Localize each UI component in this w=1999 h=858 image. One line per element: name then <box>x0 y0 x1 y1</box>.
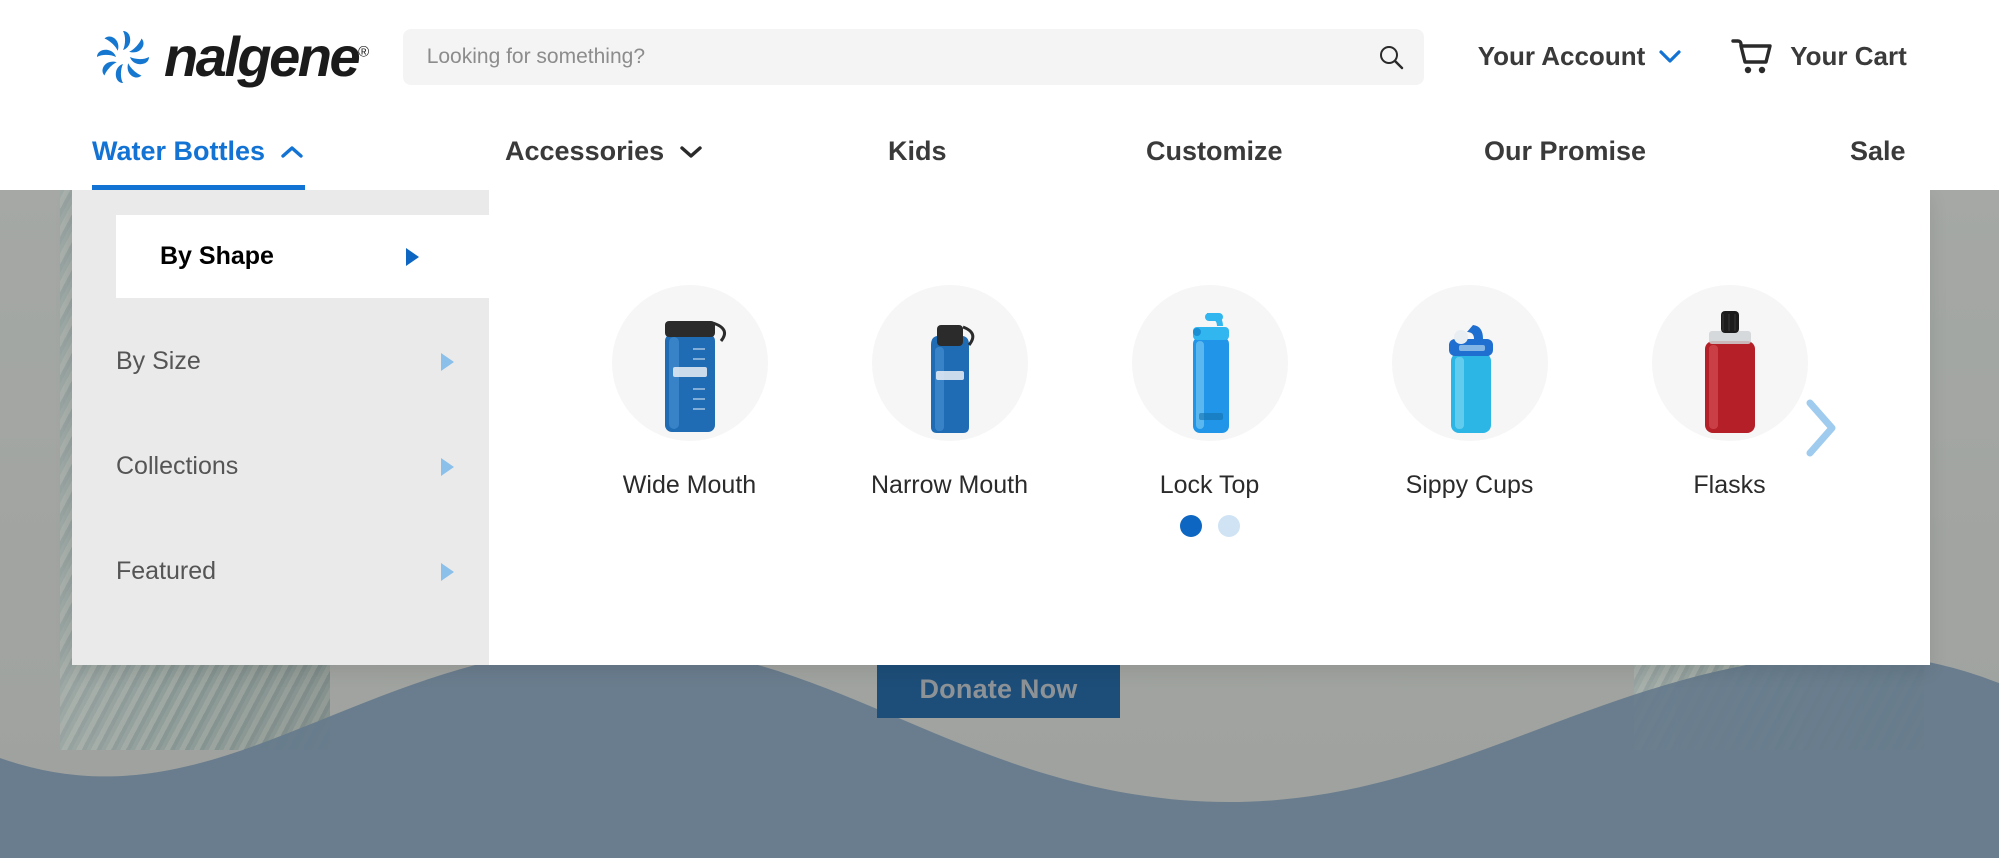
caret-right-icon <box>441 353 454 371</box>
account-menu-button[interactable]: Your Account <box>1478 41 1683 72</box>
brand-name: nalgene <box>164 25 358 88</box>
nav-label: Customize <box>1146 136 1283 167</box>
mega-menu-sidebar: By Shape By Size Collections Featured <box>72 190 489 665</box>
brand-wordmark: nalgene® <box>164 29 367 85</box>
wide-mouth-bottle-image <box>635 301 745 441</box>
caret-right-icon <box>441 563 454 581</box>
donate-now-button[interactable]: Donate Now <box>877 660 1120 718</box>
product-label: Flasks <box>1693 471 1765 500</box>
search-icon[interactable] <box>1378 44 1404 70</box>
site-header: nalgene® Your Account Your Cart <box>0 0 1999 113</box>
search-input[interactable] <box>403 29 1424 85</box>
shopping-cart-icon <box>1730 37 1774 77</box>
product-image-circle <box>612 285 768 441</box>
product-image-circle <box>1132 285 1288 441</box>
nav-item-customize[interactable]: Customize <box>1146 113 1283 190</box>
nav-label: Kids <box>888 136 947 167</box>
sidebar-item-label: Collections <box>116 452 238 481</box>
sippy-cup-image <box>1415 301 1525 441</box>
sidebar-item-featured[interactable]: Featured <box>72 530 489 613</box>
cart-label: Your Cart <box>1790 41 1907 72</box>
carousel-dot-1[interactable] <box>1180 515 1202 537</box>
sidebar-item-label: Featured <box>116 557 216 586</box>
nav-label: Accessories <box>505 136 664 167</box>
product-label: Lock Top <box>1160 471 1260 500</box>
product-card-wide-mouth[interactable]: Wide Mouth <box>592 285 788 500</box>
caret-right-icon <box>441 458 454 476</box>
sidebar-item-label: By Shape <box>116 242 274 271</box>
product-image-circle <box>872 285 1028 441</box>
nav-item-accessories[interactable]: Accessories <box>505 113 704 190</box>
caret-right-icon <box>406 248 419 266</box>
nav-item-our-promise[interactable]: Our Promise <box>1484 113 1646 190</box>
nav-label: Water Bottles <box>92 136 265 167</box>
main-navigation: Water Bottles Accessories Kids Customize… <box>0 113 1999 190</box>
active-nav-underline <box>92 185 305 190</box>
search-bar <box>403 29 1424 85</box>
product-card-flasks[interactable]: Flasks <box>1632 285 1828 500</box>
product-label: Sippy Cups <box>1406 471 1534 500</box>
trademark-symbol: ® <box>358 43 367 60</box>
brand-logo[interactable]: nalgene® <box>92 26 367 88</box>
nav-label: Sale <box>1850 136 1906 167</box>
product-card-lock-top[interactable]: Lock Top <box>1112 285 1308 500</box>
sidebar-item-collections[interactable]: Collections <box>72 425 489 508</box>
mega-menu-content: Wide Mouth Narrow Mouth <box>489 190 1930 665</box>
product-image-circle <box>1652 285 1808 441</box>
product-image-circle <box>1392 285 1548 441</box>
water-bottles-mega-menu: By Shape By Size Collections Featured <box>72 190 1930 665</box>
chevron-right-icon[interactable] <box>1798 395 1842 461</box>
cart-button[interactable]: Your Cart <box>1730 37 1907 77</box>
sidebar-item-by-shape[interactable]: By Shape <box>116 215 489 298</box>
chevron-down-icon <box>1658 49 1682 64</box>
carousel-dot-2[interactable] <box>1218 515 1240 537</box>
product-label: Narrow Mouth <box>871 471 1028 500</box>
chevron-up-icon <box>279 144 305 160</box>
product-card-sippy-cups[interactable]: Sippy Cups <box>1372 285 1568 500</box>
nav-item-sale[interactable]: Sale <box>1850 113 1906 190</box>
nav-label: Our Promise <box>1484 136 1646 167</box>
product-carousel: Wide Mouth Narrow Mouth <box>592 285 1828 500</box>
sidebar-item-by-size[interactable]: By Size <box>72 320 489 403</box>
sidebar-item-label: By Size <box>116 347 201 376</box>
product-label: Wide Mouth <box>623 471 756 500</box>
chevron-down-icon <box>678 144 704 160</box>
nalgene-pinwheel-logo-icon <box>92 26 154 88</box>
nav-item-water-bottles[interactable]: Water Bottles <box>92 113 305 190</box>
carousel-pagination <box>1180 515 1240 537</box>
nav-item-kids[interactable]: Kids <box>888 113 947 190</box>
lock-top-bottle-image <box>1155 301 1265 441</box>
narrow-mouth-bottle-image <box>895 301 1005 441</box>
flask-image <box>1675 301 1785 441</box>
account-label: Your Account <box>1478 41 1646 72</box>
product-card-narrow-mouth[interactable]: Narrow Mouth <box>852 285 1048 500</box>
